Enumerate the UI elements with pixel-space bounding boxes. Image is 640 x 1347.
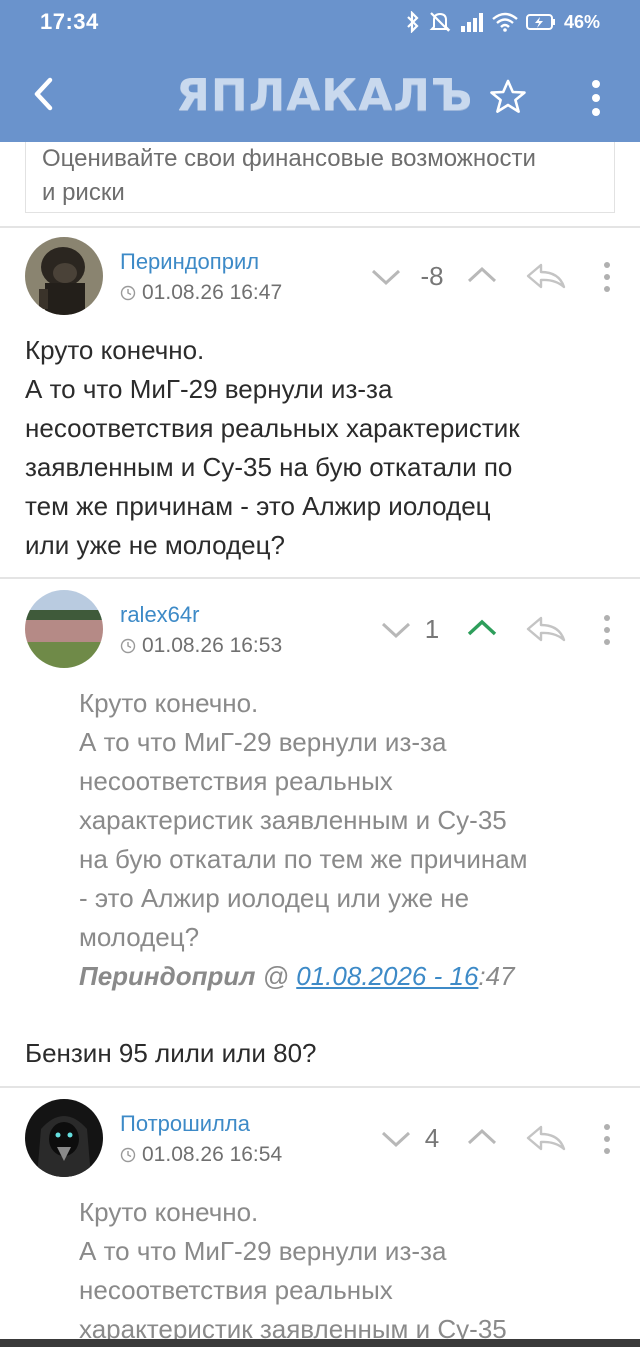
- clock-icon: [120, 1147, 136, 1163]
- quote-text-line: молодец?: [79, 922, 200, 952]
- chevron-up-icon[interactable]: [466, 265, 498, 285]
- timestamp-text: 01.08.26 16:47: [142, 281, 283, 304]
- ad-text-line: Оценивайте свои финансовые возможности: [42, 145, 536, 172]
- battery-level: 46%: [563, 11, 600, 32]
- comment-body: Бензин 95 лили или 80?: [25, 1034, 620, 1073]
- avatar[interactable]: [25, 1099, 103, 1177]
- divider: [0, 1086, 640, 1088]
- star-icon[interactable]: [488, 78, 528, 116]
- comment-score: 1: [424, 614, 440, 644]
- comment-timestamp: 01.08.26 16:54: [120, 1143, 282, 1167]
- more-vertical-icon[interactable]: [602, 1123, 612, 1155]
- quote-time-rest: :47: [478, 961, 515, 991]
- comment-timestamp: 01.08.26 16:47: [120, 281, 282, 305]
- avatar-image: [25, 1099, 103, 1177]
- comment-text-line: тем же причинам - это Алжир иолодец: [25, 491, 491, 521]
- reply-icon[interactable]: [525, 262, 567, 292]
- comment-author[interactable]: Периндоприл: [120, 249, 259, 275]
- app-header: 17:34 46% ЯПЛАКАЛЪ: [0, 0, 640, 142]
- site-logo[interactable]: ЯПЛАКАЛЪ: [176, 70, 473, 121]
- avatar[interactable]: [25, 590, 103, 668]
- timestamp-text: 01.08.26 16:53: [142, 634, 283, 657]
- more-vertical-icon[interactable]: [602, 261, 612, 293]
- comment-text-line: заявленным и Су-35 на бую откатали по: [25, 452, 513, 482]
- chevron-up-icon[interactable]: [466, 618, 498, 638]
- comment-text-line: несоответствия реальных характеристик: [25, 413, 520, 443]
- comment-text-line: или уже не молодец?: [25, 530, 285, 560]
- quote-text-line: Круто конечно.: [79, 1197, 259, 1227]
- more-vertical-icon[interactable]: [602, 614, 612, 646]
- clock-icon: [120, 285, 136, 301]
- quote-at: @: [255, 961, 297, 991]
- comment-text-line: Круто конечно.: [25, 335, 205, 365]
- quote-link[interactable]: 01.08.2026 - 16: [296, 961, 478, 991]
- chevron-down-icon[interactable]: [380, 1129, 412, 1149]
- avatar-image: [25, 590, 103, 668]
- ad-text-line: и риски: [42, 179, 125, 206]
- clock-icon: [120, 638, 136, 654]
- status-bar: 17:34 46%: [0, 0, 640, 44]
- bluetooth-icon: [407, 11, 419, 33]
- system-nav-bar: [0, 1339, 640, 1347]
- chevron-up-icon[interactable]: [466, 1127, 498, 1147]
- quote-text-line: на бую откатали по тем же причинам: [79, 844, 528, 874]
- comment-score: -8: [420, 261, 444, 291]
- mute-icon: [429, 12, 451, 32]
- status-icons: 46%: [406, 10, 600, 34]
- comment-author[interactable]: ralex64r: [120, 602, 199, 628]
- comment-text-line: Бензин 95 лили или 80?: [25, 1038, 317, 1068]
- chevron-down-icon[interactable]: [370, 267, 402, 287]
- quote-attribution: Периндоприл @ 01.08.2026 - 16:47: [79, 957, 619, 996]
- battery-icon: [525, 14, 555, 30]
- wifi-icon: [492, 12, 518, 32]
- quote-text-line: Круто конечно.: [79, 688, 259, 718]
- status-time: 17:34: [40, 9, 99, 34]
- quote-text-line: несоответствия реальных: [79, 766, 393, 796]
- comment-score: 4: [424, 1123, 440, 1153]
- divider: [0, 226, 640, 228]
- comment-author[interactable]: Потрошилла: [120, 1111, 250, 1137]
- signal-icon: [460, 13, 483, 32]
- quote-text-line: характеристик заявленным и Су-35: [79, 805, 507, 835]
- quote-author: Периндоприл: [79, 961, 256, 991]
- reply-icon[interactable]: [525, 1124, 567, 1154]
- comment-text-line: А то что МиГ-29 вернули из-за: [25, 374, 393, 404]
- quote-block: Круто конечно. А то что МиГ-29 вернули и…: [79, 1193, 619, 1347]
- nav-bar: ЯПЛАКАЛЪ: [0, 44, 640, 142]
- quote-text-line: - это Алжир иолодец или уже не: [79, 883, 470, 913]
- avatar-image: [25, 237, 103, 315]
- more-vertical-icon[interactable]: [586, 78, 606, 118]
- quote-text-line: А то что МиГ-29 вернули из-за: [79, 727, 447, 757]
- reply-icon[interactable]: [525, 615, 567, 645]
- quote-text-line: А то что МиГ-29 вернули из-за: [79, 1236, 447, 1266]
- avatar[interactable]: [25, 237, 103, 315]
- timestamp-text: 01.08.26 16:54: [142, 1143, 283, 1166]
- quote-block: Круто конечно. А то что МиГ-29 вернули и…: [79, 684, 619, 996]
- comment-timestamp: 01.08.26 16:53: [120, 634, 282, 658]
- divider: [0, 577, 640, 579]
- chevron-down-icon[interactable]: [380, 620, 412, 640]
- ad-banner[interactable]: Оценивайте свои финансовые возможности и…: [25, 142, 615, 213]
- quote-text-line: несоответствия реальных: [79, 1275, 393, 1305]
- back-arrow-icon[interactable]: [28, 74, 62, 114]
- comment-body: Круто конечно. А то что МиГ-29 вернули и…: [25, 331, 620, 565]
